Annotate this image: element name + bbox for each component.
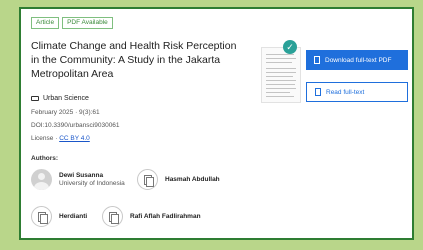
journal-icon: [31, 96, 39, 101]
check-icon: ✓: [283, 40, 297, 54]
publication-date: February 2025 · 9(3):61: [31, 109, 100, 116]
author-placeholder-icon: [102, 206, 123, 227]
author-dewi-susanna[interactable]: Dewi Susanna University of Indonesia: [31, 169, 125, 190]
author-hasmah-abdullah[interactable]: Hasmah Abdullah: [137, 169, 220, 190]
license-link[interactable]: CC BY 4.0: [59, 135, 90, 142]
document-icon: [315, 88, 321, 96]
journal-name: Urban Science: [43, 95, 89, 102]
author-name: Hasmah Abdullah: [165, 176, 220, 183]
download-pdf-label: Download full-text PDF: [325, 56, 392, 64]
article-badge: Article: [31, 17, 60, 29]
journal-line[interactable]: Urban Science: [31, 95, 89, 102]
publication-title: Climate Change and Health Risk Perceptio…: [31, 40, 237, 80]
license-line: License · CC BY 4.0: [31, 135, 90, 142]
author-rafi-aflah-fadlirahman[interactable]: Rafi Aflah Fadlirahman: [102, 206, 201, 227]
author-placeholder-icon: [31, 206, 52, 227]
badge-row: Article PDF Available: [31, 17, 113, 29]
license-label: License ·: [31, 135, 58, 142]
author-name: Herdianti: [59, 213, 88, 220]
document-icon: [314, 56, 320, 64]
download-pdf-button[interactable]: Download full-text PDF: [306, 50, 408, 70]
author-affiliation: University of Indonesia: [59, 180, 125, 187]
publication-card: Article PDF Available Climate Change and…: [19, 7, 414, 240]
author-herdianti[interactable]: Herdianti: [31, 206, 87, 227]
read-full-text-button[interactable]: Read full-text: [306, 82, 408, 102]
read-full-text-label: Read full-text: [326, 88, 365, 96]
author-placeholder-icon: [137, 169, 158, 190]
pdf-available-badge: PDF Available: [62, 17, 113, 29]
author-name: Dewi Susanna: [59, 172, 104, 179]
author-name: Rafi Aflah Fadlirahman: [130, 213, 201, 220]
avatar: [31, 169, 52, 190]
pdf-thumbnail[interactable]: [261, 47, 301, 103]
publication-doi: DOI:10.3390/urbansci9030061: [31, 122, 120, 129]
authors-heading: Authors:: [31, 155, 59, 162]
